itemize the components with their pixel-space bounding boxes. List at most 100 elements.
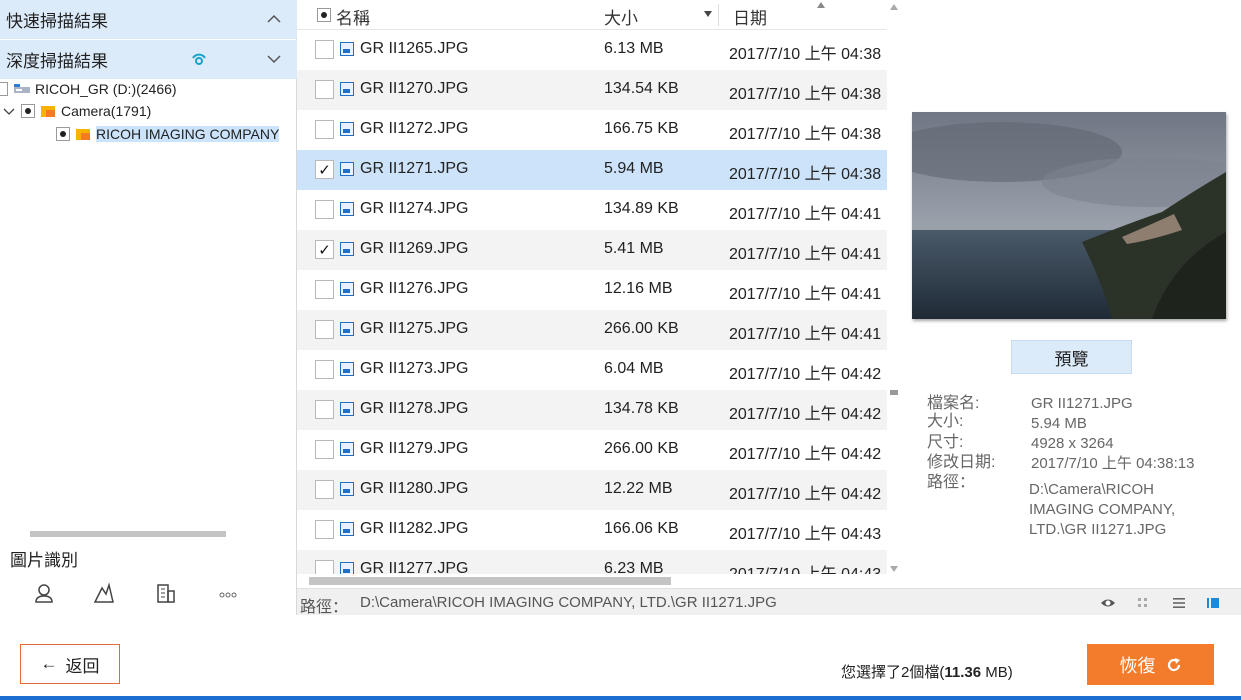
row-checkbox[interactable] xyxy=(315,200,334,219)
column-name[interactable]: 名稱 xyxy=(336,4,370,29)
file-row[interactable]: GR II1273.JPG 6.04 MB 2017/7/10 上午 04:42 xyxy=(297,350,887,390)
person-icon[interactable] xyxy=(32,582,56,604)
row-checkbox[interactable] xyxy=(315,120,334,139)
drive-icon xyxy=(14,84,30,93)
row-checkbox[interactable] xyxy=(315,360,334,379)
file-row[interactable]: GR II1265.JPG 6.13 MB 2017/7/10 上午 04:38 xyxy=(297,30,887,70)
file-name: GR II1272.JPG xyxy=(360,120,469,137)
scroll-down-icon[interactable] xyxy=(890,566,898,572)
row-checkbox[interactable] xyxy=(315,320,334,339)
row-checkbox[interactable] xyxy=(315,520,334,539)
file-date: 2017/7/10 上午 04:41 xyxy=(729,206,882,223)
file-name: GR II1275.JPG xyxy=(360,320,469,337)
file-date: 2017/7/10 上午 04:42 xyxy=(729,486,882,503)
preview-button[interactable]: 預覽 xyxy=(1011,340,1132,374)
file-row[interactable]: GR II1270.JPG 134.54 KB 2017/7/10 上午 04:38 xyxy=(297,70,887,110)
meta-filename-value: GR II1271.JPG xyxy=(1031,395,1133,412)
file-row[interactable]: GR II1272.JPG 166.75 KB 2017/7/10 上午 04:38 xyxy=(297,110,887,150)
tree-item-ricoh[interactable]: RICOH IMAGING COMPANY xyxy=(56,123,280,145)
row-checkbox[interactable]: ✓ xyxy=(315,240,334,259)
landscape-icon[interactable] xyxy=(92,582,116,604)
preview-thumbnail[interactable] xyxy=(912,112,1226,319)
row-checkbox[interactable] xyxy=(315,400,334,419)
file-name: GR II1276.JPG xyxy=(360,280,469,297)
file-row[interactable]: GR II1274.JPG 134.89 KB 2017/7/10 上午 04:41 xyxy=(297,190,887,230)
image-file-icon xyxy=(340,82,354,96)
tree-label: RICOH_GR (D:)(2466) xyxy=(35,81,177,97)
deep-scan-label: 深度掃描結果 xyxy=(6,52,108,71)
column-size[interactable]: 大小 xyxy=(604,4,638,29)
tree-item-camera[interactable]: Camera(1791) xyxy=(3,100,151,122)
preview-panel: 預覽 檔案名: 大小: 尺寸: 修改日期: 路徑： GR II1271.JPG … xyxy=(901,0,1241,588)
tree-horizontal-scrollbar[interactable] xyxy=(0,528,297,540)
folder-icon xyxy=(41,106,55,117)
file-list: 名稱 大小 日期 GR II1265.JPG 6.13 MB 2017/7/10 上… xyxy=(297,0,901,588)
deep-scan-header[interactable]: 深度掃描結果 xyxy=(0,40,297,79)
file-size: 12.22 MB xyxy=(604,480,673,497)
image-file-icon xyxy=(340,122,354,136)
row-checkbox[interactable] xyxy=(315,440,334,459)
select-all-checkbox[interactable] xyxy=(317,8,331,22)
row-checkbox[interactable]: ✓ xyxy=(315,160,334,179)
file-row[interactable]: GR II1279.JPG 266.00 KB 2017/7/10 上午 04:42 xyxy=(297,430,887,470)
selection-summary: 您選擇了2個檔(11.36 MB) xyxy=(841,661,1013,682)
tree-checkbox[interactable] xyxy=(21,104,35,118)
row-checkbox[interactable] xyxy=(315,80,334,99)
file-row[interactable]: GR II1280.JPG 12.22 MB 2017/7/10 上午 04:42 xyxy=(297,470,887,510)
building-icon[interactable] xyxy=(154,582,178,604)
meta-path-value-2: IMAGING COMPANY, xyxy=(1029,501,1176,518)
file-size: 266.00 KB xyxy=(604,320,679,337)
file-size: 6.04 MB xyxy=(604,360,664,377)
list-view-icon[interactable] xyxy=(1171,595,1187,611)
image-file-icon xyxy=(340,322,354,336)
file-row[interactable]: GR II1278.JPG 134.78 KB 2017/7/10 上午 04:42 xyxy=(297,390,887,430)
grid-view-icon[interactable] xyxy=(1135,595,1151,611)
file-row[interactable]: GR II1276.JPG 12.16 MB 2017/7/10 上午 04:41 xyxy=(297,270,887,310)
file-name: GR II1274.JPG xyxy=(360,200,469,217)
file-size: 134.89 KB xyxy=(604,200,679,217)
meta-filename-label: 檔案名: xyxy=(927,395,980,412)
row-checkbox[interactable] xyxy=(315,280,334,299)
file-size: 266.00 KB xyxy=(604,440,679,457)
chevron-up-icon xyxy=(267,14,281,23)
file-date: 2017/7/10 上午 04:41 xyxy=(729,286,882,303)
back-label: 返回 xyxy=(65,656,100,676)
meta-path-value-3: LTD.\GR II1271.JPG xyxy=(1029,521,1167,538)
tree-checkbox[interactable] xyxy=(0,82,8,96)
meta-dimensions-label: 尺寸: xyxy=(927,434,964,451)
file-size: 6.13 MB xyxy=(604,40,664,57)
file-row[interactable]: ✓ GR II1271.JPG 5.94 MB 2017/7/10 上午 04:38 xyxy=(297,150,887,190)
scroll-up-icon[interactable] xyxy=(890,4,898,10)
tree-label: Camera(1791) xyxy=(61,103,152,119)
column-divider xyxy=(718,4,719,26)
tree-item-drive[interactable]: RICOH_GR (D:)(2466) xyxy=(0,78,177,100)
file-date: 2017/7/10 上午 04:41 xyxy=(729,246,882,263)
file-row[interactable]: ✓ GR II1269.JPG 5.41 MB 2017/7/10 上午 04:41 xyxy=(297,230,887,270)
file-name: GR II1273.JPG xyxy=(360,360,469,377)
file-date: 2017/7/10 上午 04:41 xyxy=(729,326,882,343)
back-button[interactable]: ← 返回 xyxy=(20,644,120,684)
sort-dropdown-icon[interactable] xyxy=(703,10,713,18)
row-checkbox[interactable] xyxy=(315,40,334,59)
recover-button[interactable]: 恢復 xyxy=(1087,644,1214,685)
quick-scan-header[interactable]: 快速掃描結果 xyxy=(0,0,297,39)
column-date[interactable]: 日期 xyxy=(733,4,767,29)
detail-view-icon[interactable] xyxy=(1205,595,1221,611)
file-row[interactable]: GR II1282.JPG 166.06 KB 2017/7/10 上午 04:43 xyxy=(297,510,887,550)
image-file-icon xyxy=(340,402,354,416)
meta-dimensions-value: 4928 x 3264 xyxy=(1031,435,1114,452)
row-checkbox[interactable] xyxy=(315,480,334,499)
file-date: 2017/7/10 上午 04:38 xyxy=(729,126,882,143)
chevron-down-icon[interactable] xyxy=(3,105,15,117)
file-size: 5.41 MB xyxy=(604,240,664,257)
image-file-icon xyxy=(340,482,354,496)
coastal-landscape-image xyxy=(912,112,1226,319)
tree-checkbox[interactable] xyxy=(56,127,70,141)
list-vertical-scrollbar[interactable] xyxy=(887,0,901,588)
eye-icon[interactable] xyxy=(1100,595,1116,611)
file-date: 2017/7/10 上午 04:38 xyxy=(729,86,882,103)
more-icon[interactable] xyxy=(216,582,240,604)
list-horizontal-scrollbar[interactable] xyxy=(297,574,887,588)
sort-up-icon xyxy=(817,2,825,8)
file-row[interactable]: GR II1275.JPG 266.00 KB 2017/7/10 上午 04:41 xyxy=(297,310,887,350)
